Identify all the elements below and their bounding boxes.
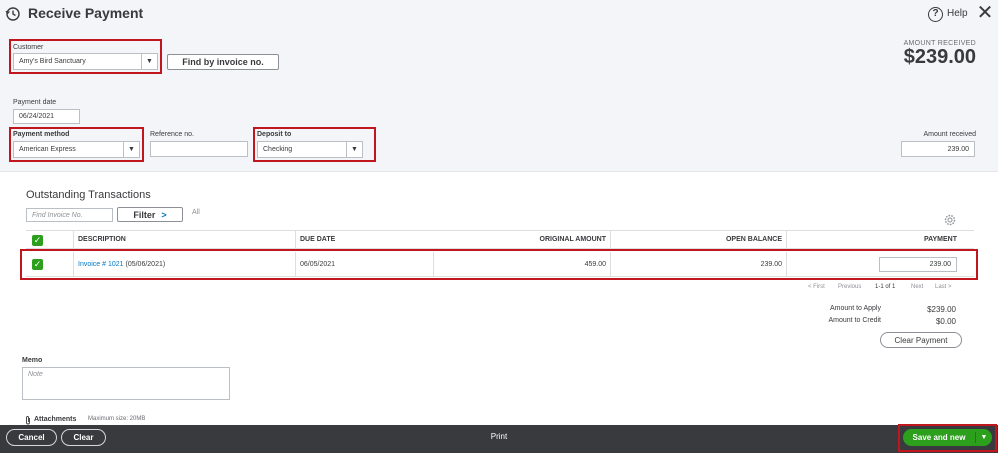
- pager-previous[interactable]: Previous: [838, 284, 861, 290]
- highlight-customer: [9, 39, 162, 74]
- filter-button[interactable]: Filter >: [117, 207, 183, 222]
- column-header-description: DESCRIPTION: [78, 236, 126, 243]
- filter-all-label: All: [192, 209, 200, 216]
- amount-received-field-label: Amount received: [923, 131, 976, 138]
- column-header-due-date: DUE DATE: [300, 236, 336, 243]
- column-divider: [610, 231, 611, 248]
- amount-to-credit-label: Amount to Credit: [828, 317, 881, 324]
- outstanding-transactions-title: Outstanding Transactions: [26, 189, 151, 201]
- page-title: Receive Payment: [28, 5, 144, 21]
- pager-last[interactable]: Last >: [935, 284, 952, 290]
- close-icon[interactable]: ✕: [975, 3, 995, 24]
- column-divider: [295, 231, 296, 248]
- memo-textarea[interactable]: Note: [22, 367, 230, 400]
- print-button[interactable]: Print: [480, 432, 518, 441]
- amount-received-input[interactable]: 239.00: [901, 141, 975, 157]
- amount-to-credit-value: $0.00: [935, 317, 956, 326]
- column-header-original-amount: ORIGINAL AMOUNT: [539, 236, 607, 243]
- reference-label: Reference no.: [150, 131, 194, 138]
- highlight-invoice-row: [20, 249, 978, 280]
- amount-received-total: $239.00: [903, 46, 976, 68]
- attachments-label[interactable]: Attachments: [34, 416, 76, 423]
- column-header-open-balance: OPEN BALANCE: [725, 236, 782, 243]
- question-circle-icon[interactable]: ?: [928, 7, 943, 22]
- filter-label: Filter: [133, 209, 156, 220]
- column-header-payment: PAYMENT: [923, 236, 957, 243]
- help-link[interactable]: Help: [947, 8, 968, 19]
- column-divider: [73, 231, 74, 248]
- pager-next[interactable]: Next: [911, 284, 923, 290]
- amount-to-apply-label: Amount to Apply: [830, 305, 881, 312]
- pager-range: 1-1 of 1: [875, 284, 896, 290]
- select-all-checkbox[interactable]: ✓: [32, 235, 43, 246]
- column-divider: [786, 231, 787, 248]
- chevron-right-icon: >: [161, 209, 167, 220]
- payment-date-input[interactable]: 06/24/2021: [13, 109, 80, 124]
- pager-first[interactable]: < First: [808, 284, 825, 290]
- paperclip-icon: [26, 416, 30, 425]
- clear-payment-button[interactable]: Clear Payment: [880, 332, 962, 348]
- gear-icon[interactable]: [944, 214, 956, 226]
- highlight-save-button: [898, 424, 997, 452]
- reference-input[interactable]: [150, 141, 248, 157]
- memo-label: Memo: [22, 357, 43, 364]
- find-invoice-input[interactable]: Find Invoice No.: [26, 208, 113, 222]
- clear-button[interactable]: Clear: [61, 429, 106, 446]
- attachments-max-size: Maximum size: 20MB: [88, 416, 146, 422]
- payment-date-label: Payment date: [13, 99, 57, 106]
- amount-to-apply-value: $239.00: [927, 305, 956, 314]
- find-by-invoice-button[interactable]: Find by invoice no.: [167, 54, 279, 70]
- cancel-button[interactable]: Cancel: [6, 429, 57, 446]
- highlight-deposit-to: [253, 127, 376, 162]
- highlight-payment-method: [9, 127, 144, 162]
- history-icon: [5, 7, 20, 21]
